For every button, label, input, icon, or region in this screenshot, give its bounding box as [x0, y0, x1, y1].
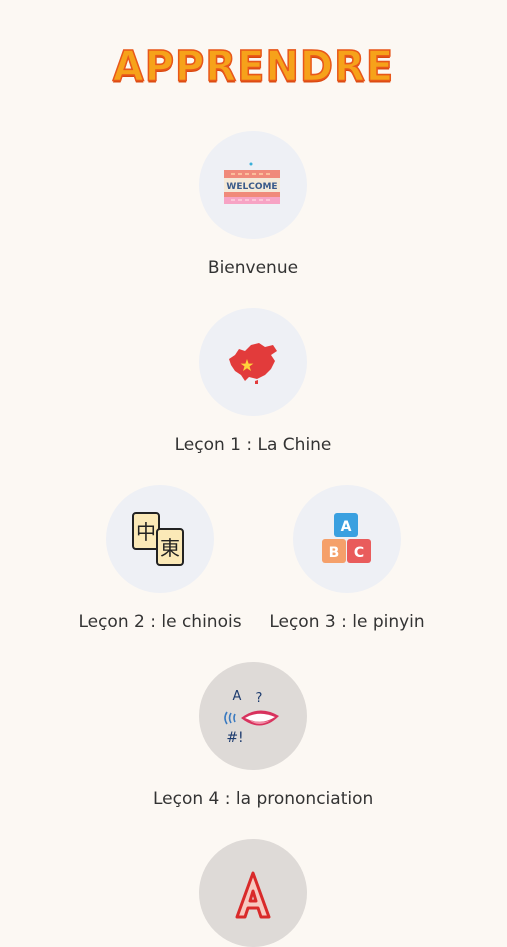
- glyph-dong: 東: [160, 536, 180, 560]
- lesson-icon-circle[interactable]: A B C: [293, 485, 401, 593]
- lesson-icon-circle[interactable]: WELCOME: [199, 131, 307, 239]
- lesson-next[interactable]: [153, 839, 353, 947]
- welcome-sign-icon: WELCOME: [224, 162, 280, 204]
- lesson-icon-circle[interactable]: [199, 308, 307, 416]
- symbol-a: A: [233, 689, 242, 704]
- symbol-hash: #!: [226, 730, 243, 746]
- block-c: C: [354, 545, 364, 561]
- lesson-label[interactable]: Leçon 3 : le pinyin: [247, 612, 447, 632]
- symbol-question: ?: [256, 691, 263, 706]
- abc-blocks-icon: A B C: [322, 513, 371, 563]
- glyph-zhong: 中: [136, 520, 156, 544]
- chinese-characters-icon: 中 東: [132, 512, 184, 566]
- mouth-speaking-icon: A ? #!: [224, 689, 279, 746]
- block-b: B: [329, 545, 340, 561]
- lesson-label[interactable]: Leçon 4 : la prononciation: [153, 789, 373, 809]
- block-a: A: [341, 519, 352, 535]
- lesson-label[interactable]: Leçon 1 : La Chine: [153, 435, 353, 455]
- china-map-icon: [229, 343, 277, 384]
- lesson-label[interactable]: Leçon 2 : le chinois: [60, 612, 260, 632]
- lesson-icon-circle[interactable]: 中 東: [106, 485, 214, 593]
- lesson-le-pinyin[interactable]: A B C Leçon 3 : le pinyin: [247, 485, 447, 632]
- welcome-sign-text: WELCOME: [226, 182, 277, 192]
- lesson-bienvenue[interactable]: WELCOME Bienvenue: [153, 131, 353, 278]
- lesson-le-chinois[interactable]: 中 東 Leçon 2 : le chinois: [60, 485, 260, 632]
- lesson-icon-circle[interactable]: [199, 839, 307, 947]
- letter-a-icon: [235, 871, 271, 919]
- lesson-la-prononciation[interactable]: A ? #! Leçon 4 : la prononciation: [153, 662, 373, 809]
- lesson-icon-circle[interactable]: A ? #!: [199, 662, 307, 770]
- lesson-label[interactable]: Bienvenue: [153, 258, 353, 278]
- lesson-la-chine[interactable]: Leçon 1 : La Chine: [153, 308, 353, 455]
- page-title: APPRENDRE: [112, 42, 395, 92]
